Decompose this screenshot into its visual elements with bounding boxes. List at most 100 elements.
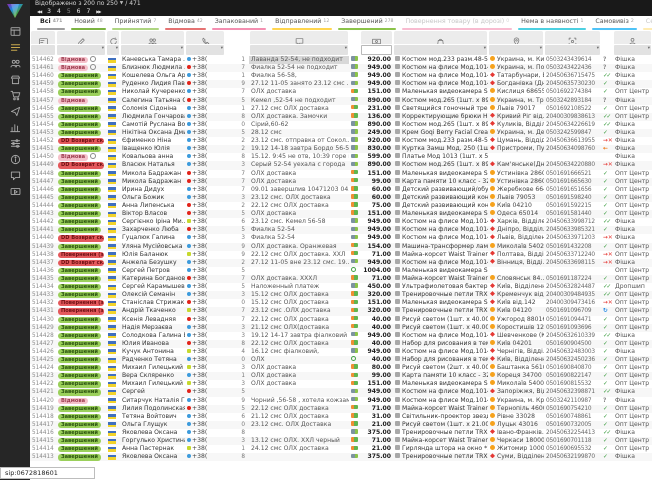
order-row[interactable]: 514456ЗавершенийСоломія Сідоніна+38(127.… [30, 105, 652, 113]
order-row[interactable]: 514432Повернення (з...Станіслав Стрижак+… [30, 299, 652, 307]
return-shipment-icon: →✕ [603, 235, 613, 241]
tab-5[interactable]: Відправлений12 [269, 16, 335, 30]
filter-select-phone[interactable] [186, 45, 224, 55]
page-7-button[interactable]: 7 [86, 8, 90, 16]
order-count: 0 [225, 356, 249, 364]
order-row[interactable]: 514441ЗавершенийЗахарченко Люба+38(5Фиал… [30, 226, 652, 234]
order-status: Відмова [56, 56, 106, 64]
order-row[interactable]: 514414ЗавершенийАнна Пастернак+38(124.12… [30, 445, 652, 453]
tab-3[interactable]: Відмова42 [162, 16, 208, 30]
order-row[interactable]: 514426ЗавершенийКучук Антонина+38(416.12… [30, 348, 652, 356]
order-status: Завершений [56, 105, 106, 113]
order-row[interactable]: 514415ЗавершенийГоргулько Христина...+38… [30, 437, 652, 445]
tab-label: Прийнятий [115, 18, 152, 25]
order-row[interactable]: 514446ЗавершенийИрина Дидух+38(709.01 за… [30, 186, 652, 194]
filter-select-status[interactable] [57, 45, 105, 55]
order-row[interactable]: 514429ЗавершенийНадія Мерзаєва+38(321.12… [30, 324, 652, 332]
order-row[interactable]: 514438Повернення (з...Юлія Баланюк+38(92… [30, 251, 652, 259]
order-row[interactable]: 514455ЗавершенийЛюдмила Гончарова+38(8ОЛ… [30, 113, 652, 121]
order-row[interactable]: 514439ЗавершенийУляна Мусійовська+38(9ОЛ… [30, 243, 652, 251]
order-row[interactable]: 514459ЗавершенийРуденко Лидия Пав...+38(… [30, 80, 652, 88]
filter-select-name[interactable] [121, 45, 184, 55]
order-row[interactable]: 514419ЗавершенийЛилия Подолинская+38(522… [30, 405, 652, 413]
first-page-button[interactable]: ◀◀ [37, 8, 41, 16]
filter-select-prod[interactable] [394, 45, 487, 55]
app-logo[interactable] [6, 3, 24, 19]
order-row[interactable]: 514423ЗавершенийВера Скляренко+38(1ОЛХ д… [30, 372, 652, 380]
order-row[interactable]: 514460ЗавершенийКошелева Ольга Ар...+38(… [30, 72, 652, 80]
filter-select-mgr[interactable] [614, 45, 651, 55]
tab-9[interactable]: Самовивіз2 [589, 16, 639, 30]
page-5-button[interactable]: 5 [67, 8, 71, 16]
order-row[interactable]: 514461ВідмоваБлизнюк Людмила ...+38(7Фиа… [30, 64, 652, 72]
order-row[interactable]: 514449DD Возврат ск...Власюк Наталья+38(… [30, 161, 652, 169]
order-row[interactable]: 514443ЗавершенийВіктор Власов+38(5ОЛХ до… [30, 210, 652, 218]
order-row[interactable]: 514413ЗавершенийЯковлева Оксана+38(8375.… [30, 453, 652, 461]
filter-select-flag[interactable] [107, 45, 119, 55]
page-6-button[interactable]: 6 [77, 8, 81, 16]
order-row[interactable]: 514442ЗавершенийСергієнко Іріна Ми...+38… [30, 218, 652, 226]
order-row[interactable]: 514417ЗавершенийОльга Глущук+38(023.12 с… [30, 421, 652, 429]
order-row[interactable]: 514425ЗавершенийРадченко Тетяна+38(0ОЛХ4… [30, 356, 652, 364]
vodafone-operator-icon [187, 317, 191, 321]
tab-2[interactable]: Прийнятий7 [109, 16, 163, 30]
order-row[interactable]: 514430ЗавершенийКсенія Левадняя+38(722.1… [30, 316, 652, 324]
filter-select-city[interactable] [489, 45, 543, 55]
order-row[interactable]: 514436ЗавершенийСергей Петров+38(51004.0… [30, 267, 652, 275]
order-row[interactable]: 514453ЗавершенийНікітіна Оксана Дми...+3… [30, 129, 652, 137]
page-4-button[interactable]: 4 [57, 8, 61, 16]
kyivstar-operator-icon [187, 398, 191, 402]
order-row[interactable]: 514428ЗавершенийСолодкова Галина В...+38… [30, 332, 652, 340]
order-row[interactable]: 514454ЗавершенийСамотій Руслана Во...+38… [30, 121, 652, 129]
order-row[interactable]: 514445ЗавершенийОльга Божик+38(323.12 см… [30, 194, 652, 202]
tab-0[interactable]: Всі471 [34, 16, 68, 30]
ttn-number: 20400309473416 [544, 299, 601, 307]
filter-select-comment[interactable] [250, 45, 348, 55]
tab-8[interactable]: Нема в наявності1 [515, 16, 589, 30]
delivery-city: Луцьк 43016 [488, 421, 544, 429]
order-row[interactable]: 514451ЗавершенийІващенко Юлія+38(219.12 … [30, 145, 652, 153]
order-row[interactable]: 514435ЗавершенийКатерина Богданова+38(7О… [30, 275, 652, 283]
order-row[interactable]: 514447ЗавершенийМикола Бадражан+38(7ОЛХ … [30, 178, 652, 186]
filter-input-price[interactable] [361, 45, 392, 55]
order-row[interactable]: 514420ВідмоваСитарчук Наталія Гр...+38(9… [30, 397, 652, 405]
page-3-button[interactable]: 3 [47, 8, 51, 16]
order-row[interactable]: 514462ВідмоваКаневська Тамара ...+38(1Ла… [30, 56, 652, 64]
order-row[interactable]: 514431Повернення (з...Андрій Ткаченко+38… [30, 307, 652, 315]
order-row[interactable]: 514418ЗавершенийТетяна Войтович+38(621.1… [30, 413, 652, 421]
order-row[interactable]: 514457ВідмоваСалегина Татьяна С...+38(5К… [30, 97, 652, 105]
tab-6[interactable]: Завершений278 [335, 16, 399, 30]
filter-select-ttn[interactable] [545, 45, 600, 55]
tab-7[interactable]: Повернення товару (в дорозі)0 [399, 16, 515, 30]
order-row[interactable]: 514440DD Возврат ск...Гуцалюк Галина+38(… [30, 234, 652, 242]
filter-select-id[interactable] [31, 45, 55, 55]
last-page-button[interactable]: ▶▶ [96, 8, 100, 16]
order-row[interactable]: 514448ЗавершенийМикола Бадражан+38(7ОЛХ … [30, 170, 652, 178]
sidebar-item-video[interactable] [0, 183, 30, 199]
client-phone: +38( [185, 397, 225, 405]
ttn-status: ? [601, 56, 613, 64]
order-row[interactable]: 514421ЗавершенийСергей+38(5949.00Костюм … [30, 388, 652, 396]
order-count: 9 [225, 251, 249, 259]
order-row[interactable]: 514433ЗавершенийОлексій Семанін+38(315.1… [30, 291, 652, 299]
order-row[interactable]: 514444ЗавершенийАнна Липенська+38(222.12… [30, 202, 652, 210]
tab-10[interactable]: Сервіси0 [640, 16, 652, 30]
order-row[interactable]: 514437DD Возврат ск...Анжела Безушку+38(… [30, 259, 652, 267]
order-row[interactable]: 514434ЗавершенийСергей Карамышев+38(5Нал… [30, 283, 652, 291]
order-row[interactable]: 514427ЗавершенийЮлия Иванова+38(822.12 с… [30, 340, 652, 348]
chevron-down-icon[interactable]: ▼ [120, 0, 123, 8]
order-row[interactable]: 514452DD Возврат ск...Єфименко Ніна+38(2… [30, 137, 652, 145]
order-status: DD Возврат ск... [56, 234, 106, 242]
tab-1[interactable]: Новий48 [68, 16, 108, 30]
order-row[interactable]: 514416ЗавершенийЯковлева Оксана+38(8375.… [30, 429, 652, 437]
order-row[interactable]: 514450ВідмоваКовальова анна+38(815.12. 9… [30, 153, 652, 161]
tab-4[interactable]: Запакований1 [209, 16, 269, 30]
order-comment: Серый 52-54 уехала с города [249, 161, 349, 169]
tab-underline [402, 28, 512, 30]
status-badge: Завершений [58, 422, 101, 428]
tab-underline [643, 28, 652, 30]
order-row[interactable]: 514422ЗавершенийМихаил Гилецький+38(3ОЛХ… [30, 380, 652, 388]
order-row[interactable]: 514458ЗавершенийНиколай Кучеренко+38(7ОЛ… [30, 88, 652, 96]
order-row[interactable]: 514424ЗавершенийМихаил Гилецький+38(3ОЛХ… [30, 364, 652, 372]
order-id: 514434 [30, 283, 56, 291]
